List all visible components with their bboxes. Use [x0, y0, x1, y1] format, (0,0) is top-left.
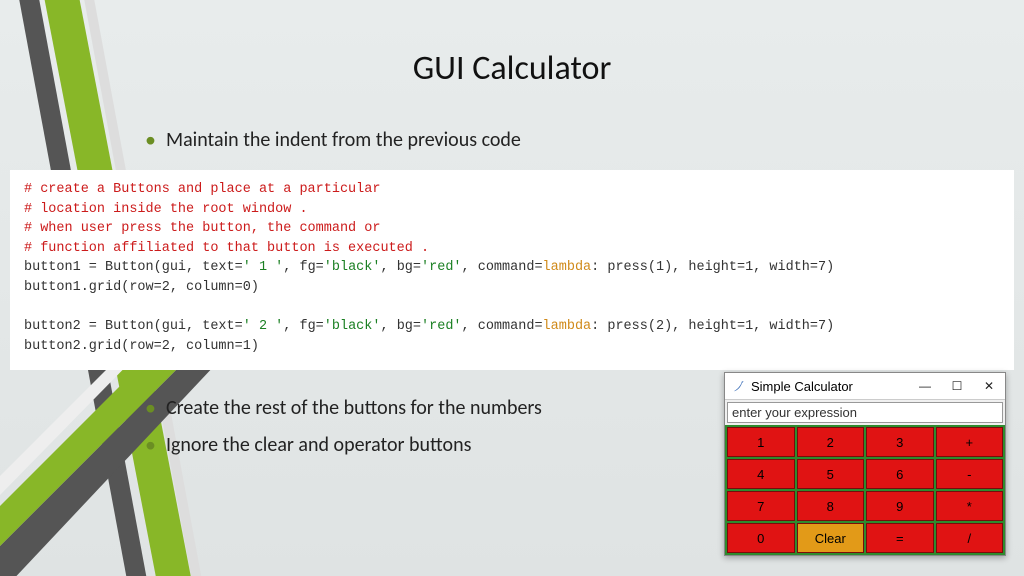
calculator-window: Simple Calculator — ☐ ✕ enter your expre… — [724, 372, 1006, 556]
bullet-dot-icon: • — [145, 126, 156, 153]
bullet-item: • Ignore the clear and operator buttons — [145, 430, 471, 457]
calc-btn-0[interactable]: 0 — [727, 523, 795, 553]
calc-btn-clear[interactable]: Clear — [797, 523, 865, 553]
bullet-text: Maintain the indent from the previous co… — [166, 128, 521, 152]
calc-btn-4[interactable]: 4 — [727, 459, 795, 489]
calc-btn-6[interactable]: 6 — [866, 459, 934, 489]
calc-btn-divide[interactable]: / — [936, 523, 1004, 553]
bullet-item: • Maintain the indent from the previous c… — [145, 125, 521, 152]
calc-btn-2[interactable]: 2 — [797, 427, 865, 457]
calc-btn-minus[interactable]: - — [936, 459, 1004, 489]
bullet-dot-icon: • — [145, 394, 156, 421]
calc-btn-5[interactable]: 5 — [797, 459, 865, 489]
calculator-title: Simple Calculator — [751, 379, 909, 394]
calc-btn-plus[interactable]: + — [936, 427, 1004, 457]
calculator-titlebar: Simple Calculator — ☐ ✕ — [725, 373, 1005, 400]
calc-btn-multiply[interactable]: * — [936, 491, 1004, 521]
minimize-button[interactable]: — — [909, 373, 941, 399]
bullet-dot-icon: • — [145, 431, 156, 458]
calculator-entry[interactable]: enter your expression — [727, 402, 1003, 423]
code-block: # create a Buttons and place at a partic… — [10, 170, 1014, 370]
bullet-text: Ignore the clear and operator buttons — [166, 433, 471, 457]
tk-feather-icon — [731, 378, 747, 394]
calculator-keypad: 1 2 3 + 4 5 6 - 7 8 9 * 0 Clear = / — [725, 425, 1005, 555]
bullet-text: Create the rest of the buttons for the n… — [166, 396, 542, 420]
maximize-button[interactable]: ☐ — [941, 373, 973, 399]
bullet-item: • Create the rest of the buttons for the … — [145, 393, 542, 420]
close-button[interactable]: ✕ — [973, 373, 1005, 399]
calc-btn-7[interactable]: 7 — [727, 491, 795, 521]
calc-btn-3[interactable]: 3 — [866, 427, 934, 457]
calc-btn-9[interactable]: 9 — [866, 491, 934, 521]
calc-btn-8[interactable]: 8 — [797, 491, 865, 521]
calc-btn-1[interactable]: 1 — [727, 427, 795, 457]
calc-btn-equals[interactable]: = — [866, 523, 934, 553]
slide-title: GUI Calculator — [0, 48, 1024, 89]
